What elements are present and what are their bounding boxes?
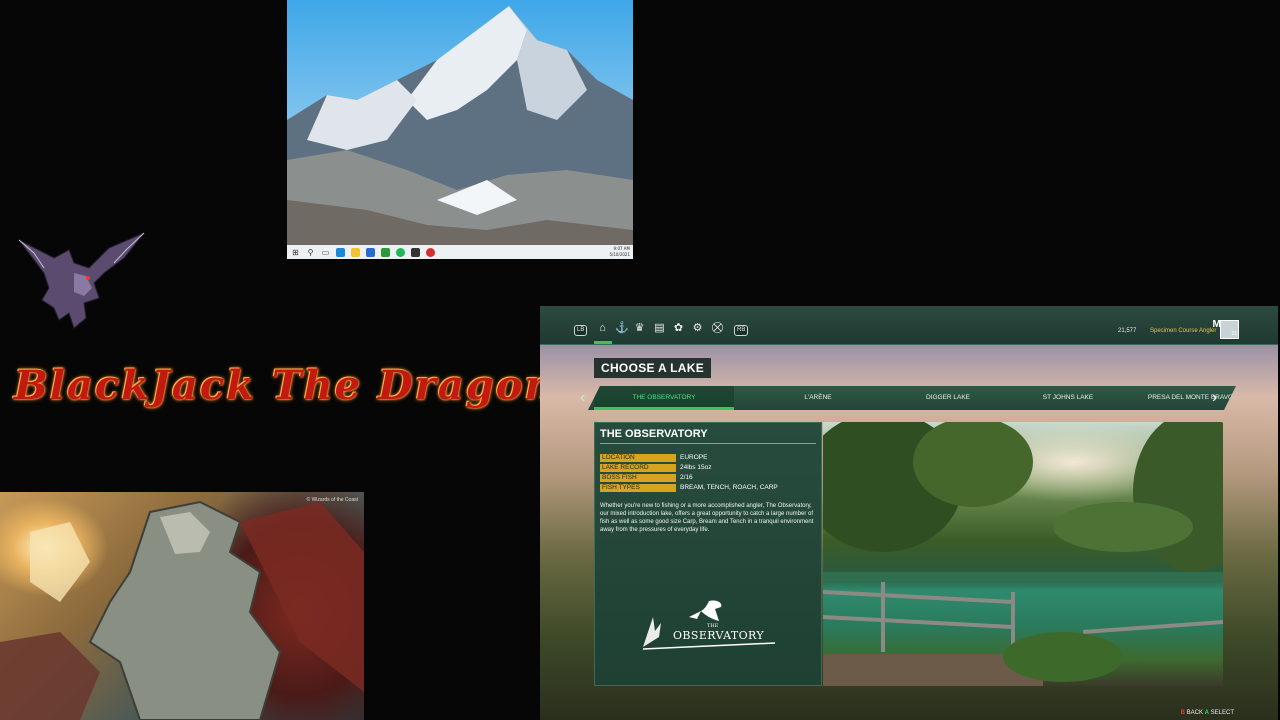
search-icon[interactable]: ⚲ — [306, 248, 315, 257]
mountain-wallpaper — [287, 6, 633, 245]
lake-tab-presa-del-monte-bravo[interactable]: PRESA DEL MONTE BRAVO — [1118, 386, 1263, 410]
tackle-box-icon[interactable]: ▤ — [653, 322, 666, 335]
dragon-illustration — [0, 500, 364, 720]
stat-value: 24lbs 15oz — [680, 464, 712, 471]
dragon-avatar — [18, 232, 145, 329]
nav-active-indicator — [594, 341, 612, 344]
home-icon[interactable]: ⌂ — [596, 322, 609, 335]
lake-info-panel: THE OBSERVATORY LOCATION EUROPE LAKE REC… — [594, 422, 822, 686]
stat-key: FISH TYPES — [600, 484, 676, 492]
stat-value: 2/16 — [680, 474, 693, 481]
clock-date: 5/10/2021 — [609, 252, 630, 257]
fishing-icon[interactable]: ⚓ — [615, 322, 629, 335]
lake-tab-st-johns-lake[interactable]: ST JOHNS LAKE — [1018, 386, 1118, 410]
settings-icon[interactable]: ⚙ — [691, 322, 704, 335]
lake-scene — [823, 422, 1223, 686]
task-view-icon[interactable]: ▭ — [321, 248, 330, 257]
back-label[interactable]: BACK — [1187, 710, 1203, 716]
game-top-bar: LB ⌂ ⚓ ♛ ▤ ✿ ⚙ ⛒ RB Mac 21,577 Specimen … — [540, 306, 1278, 345]
channel-title: BlackJack The Dragon — [14, 362, 556, 409]
record-icon[interactable] — [426, 247, 435, 257]
taskbar: ⊞ ⚲ ▭ 9:07 AM 5/10/2021 — [287, 245, 633, 259]
art-credit: © Wizards of the Coast — [306, 497, 358, 503]
windows-start-icon[interactable]: ⊞ — [291, 248, 300, 257]
spotify-icon[interactable] — [396, 247, 405, 257]
player-level: 21 — [1231, 331, 1237, 337]
file-explorer-icon[interactable] — [351, 247, 360, 257]
lake-tab-larene[interactable]: L'ARÈNE — [768, 386, 868, 410]
lake-description: Whether you're new to fishing or a more … — [600, 503, 814, 533]
trophy-icon[interactable]: ♛ — [633, 322, 646, 335]
stat-row: FISH TYPES BREAM, TENCH, ROACH, CARP — [600, 484, 816, 493]
controller-hints: B BACK A SELECT — [1181, 710, 1234, 716]
rb-bumper-button[interactable]: RB — [734, 325, 749, 336]
lake-preview-image — [823, 422, 1223, 686]
game-window: LB ⌂ ⚓ ♛ ▤ ✿ ⚙ ⛒ RB Mac 21,577 Specimen … — [540, 306, 1278, 720]
a-button-icon[interactable]: A — [1205, 710, 1209, 716]
lake-tab-digger-lake[interactable]: DIGGER LAKE — [888, 386, 1008, 410]
stat-row: LAKE RECORD 24lbs 15oz — [600, 464, 816, 473]
stat-row: LOCATION EUROPE — [600, 454, 816, 463]
bait-icon[interactable]: ✿ — [672, 322, 685, 335]
lake-tab-the-observatory[interactable]: THE OBSERVATORY — [594, 386, 734, 410]
edge-icon[interactable] — [336, 247, 345, 257]
lake-info-title: THE OBSERVATORY — [600, 428, 708, 440]
fantasy-dragon-artwork: © Wizards of the Coast — [0, 492, 364, 720]
desktop-preview: ⊞ ⚲ ▭ 9:07 AM 5/10/2021 — [287, 0, 633, 259]
store-icon[interactable] — [366, 247, 375, 257]
player-rank: Specimen Course Angler — [1150, 328, 1217, 334]
stat-value: EUROPE — [680, 454, 708, 461]
select-label[interactable]: SELECT — [1211, 710, 1234, 716]
lake-tab-strip: THE OBSERVATORY L'ARÈNE DIGGER LAKE ST J… — [588, 386, 1236, 410]
shop-basket-icon[interactable]: ⛒ — [711, 322, 724, 335]
b-button-icon[interactable]: B — [1181, 710, 1185, 716]
chevron-right-icon[interactable]: › — [1212, 386, 1226, 410]
stat-key: LOCATION — [600, 454, 676, 462]
stat-row: BOSS FISH 2/16 — [600, 474, 816, 483]
stat-value: BREAM, TENCH, ROACH, CARP — [680, 484, 778, 491]
page-title: CHOOSE A LAKE — [594, 358, 712, 378]
lb-bumper-button[interactable]: LB — [574, 325, 588, 336]
player-coins: 21,577 — [1118, 328, 1137, 334]
divider — [600, 443, 816, 444]
stat-key: BOSS FISH — [600, 474, 676, 482]
logo-text: OBSERVATORY — [673, 629, 765, 642]
app-icon[interactable] — [411, 247, 420, 257]
taskbar-clock: 9:07 AM 5/10/2021 — [609, 246, 630, 258]
xbox-icon[interactable] — [381, 247, 390, 257]
stat-key: LAKE RECORD — [600, 464, 676, 472]
